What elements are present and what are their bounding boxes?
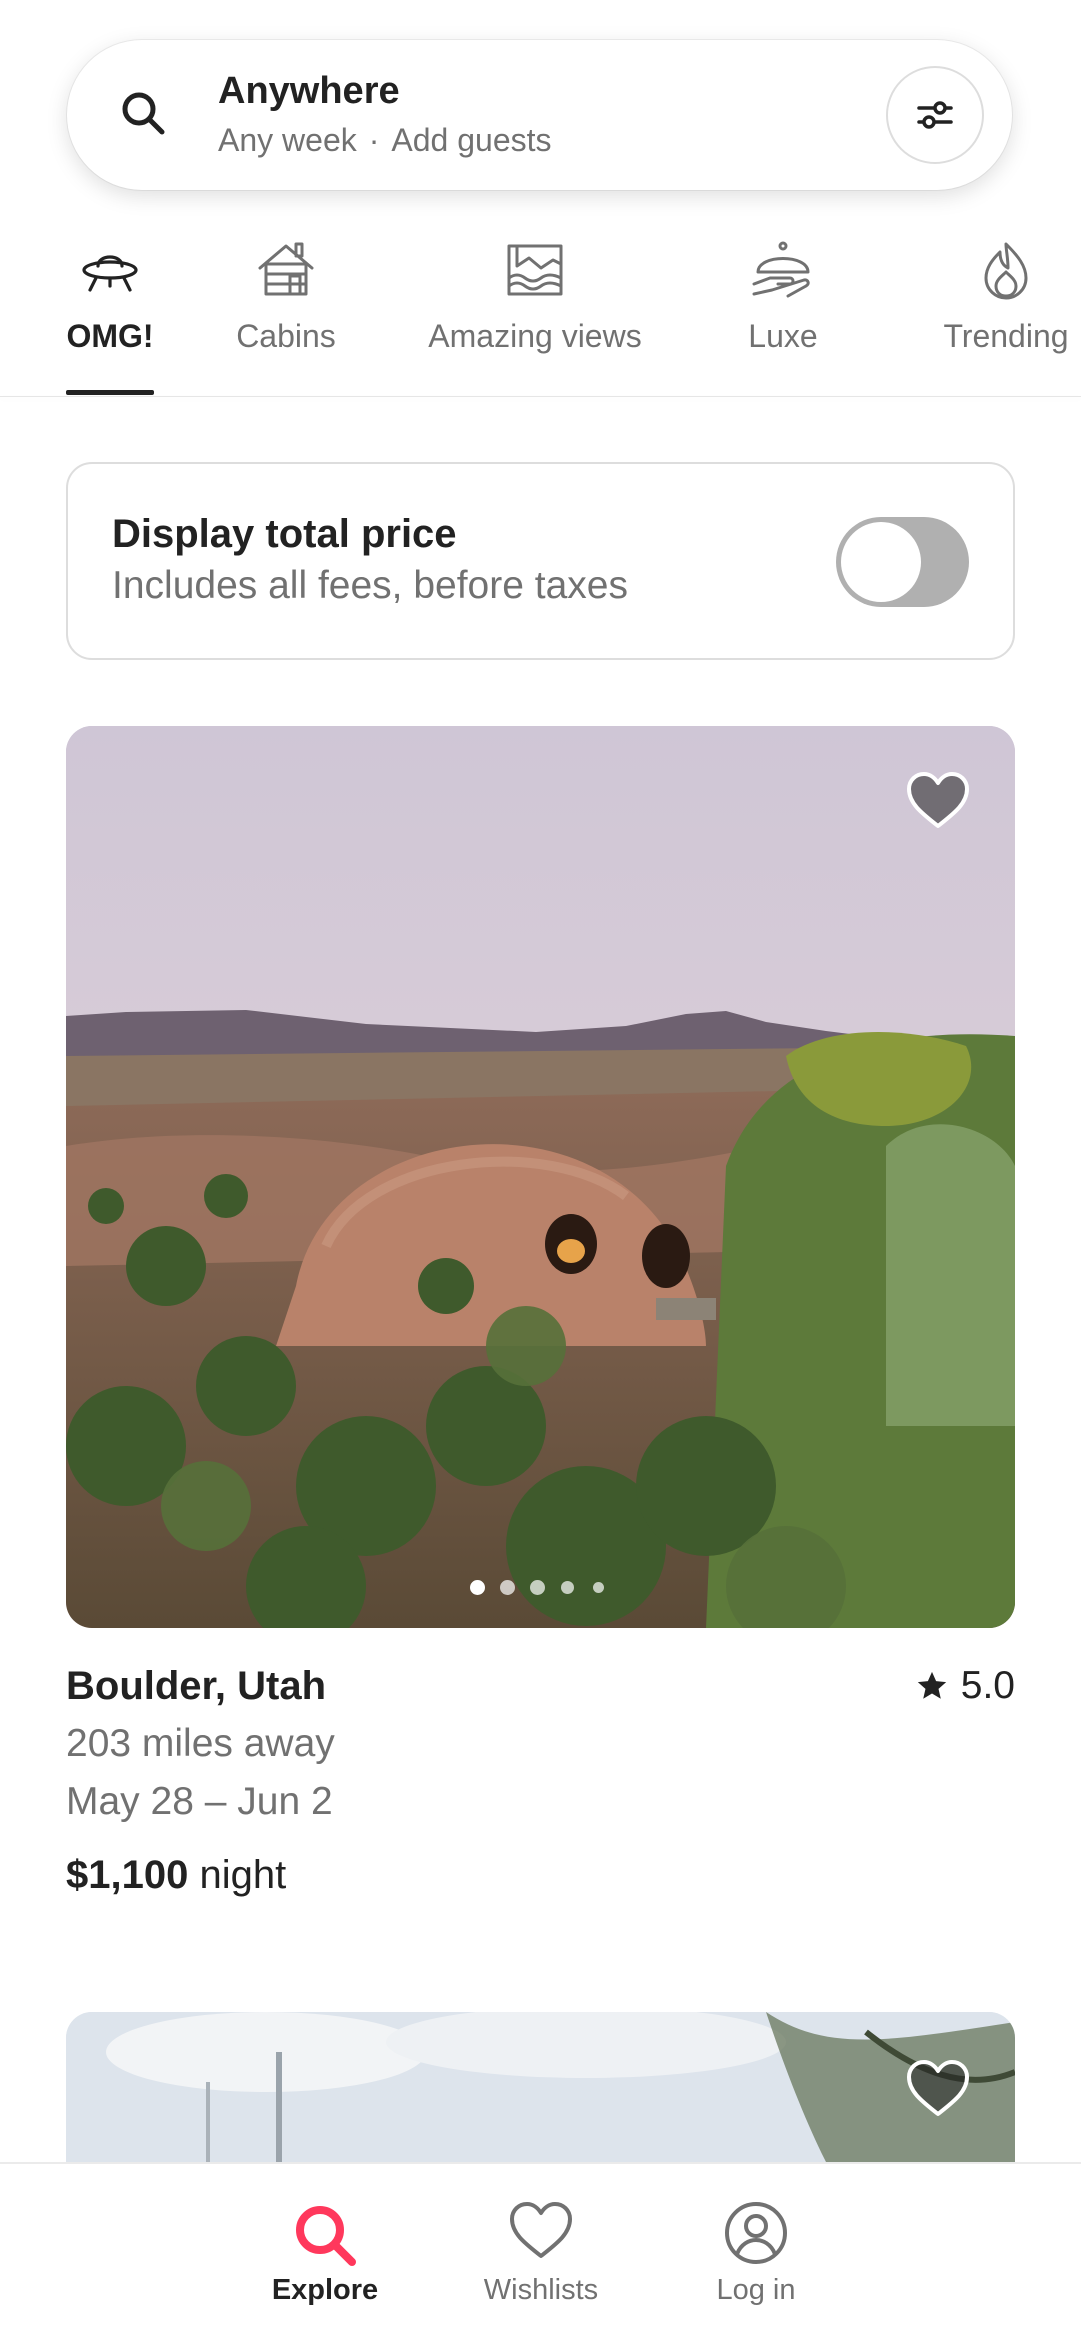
category-label-amazing-views: Amazing views [428,318,642,354]
header-divider [0,396,1081,397]
category-tab-cabins[interactable]: Cabins [226,220,346,396]
category-tab-omg[interactable]: OMG! [50,220,170,396]
category-tab-luxe[interactable]: Luxe [723,220,843,396]
nav-label-explore: Explore [271,2274,379,2306]
nav-wishlists[interactable]: Wishlists [456,2164,626,2340]
filter-icon [917,101,953,129]
photo-dot-active [470,1580,485,1595]
photo-pagination-dots [0,1578,1081,1598]
user-icon [725,2202,787,2264]
search-separator: · [368,122,380,158]
search-subtitle[interactable]: Any week · Add guests [218,122,552,159]
search-title[interactable]: Anywhere [218,70,400,113]
listing-price: $1,100 night [66,1853,286,1898]
listing-photo-next[interactable] [66,2012,1015,2162]
nav-label-login: Log in [716,2274,796,2306]
search-week: Any week [218,122,357,158]
category-tab-amazing-views[interactable]: Amazing views [410,220,660,396]
category-label-cabins: Cabins [236,318,336,354]
active-category-indicator [66,390,154,395]
heart-icon [510,2202,572,2258]
luxe-icon [752,241,810,298]
photo-dot [530,1580,545,1595]
filter-button[interactable] [886,66,984,164]
amazing-views-icon [507,244,563,296]
category-bar: OMG! Cabins Amazing views Luxe Trending [0,220,1081,396]
photo-dot [500,1580,515,1595]
photo-dot [561,1581,574,1594]
nav-explore[interactable]: Explore [240,2164,410,2340]
nav-login[interactable]: Log in [671,2164,841,2340]
nav-label-wishlists: Wishlists [483,2274,599,2306]
ufo-icon [82,255,138,292]
listing-distance: 203 miles away [66,1722,335,1765]
listing-photo-image [66,726,1015,1628]
search-guests: Add guests [391,122,552,158]
category-tab-trending[interactable]: Trending [926,220,1081,396]
cabin-icon [258,242,314,296]
category-label-luxe: Luxe [748,318,818,354]
total-price-subtitle: Includes all fees, before taxes [112,564,628,607]
rating-value: 5.0 [960,1664,1015,1707]
listing-price-amount: $1,100 [66,1853,189,1897]
star-icon [917,1671,946,1699]
search-icon [296,2206,356,2266]
search-bar[interactable] [67,40,1012,190]
wishlist-heart-button[interactable] [905,770,971,830]
bottom-nav: Explore Wishlists Log in [0,2162,1081,2340]
total-price-toggle[interactable] [836,517,969,607]
listing-rating: 5.0 [915,1664,1015,1708]
listing-price-unit: night [199,1853,287,1897]
search-icon [122,92,165,135]
toggle-knob [841,522,921,602]
total-price-title: Display total price [112,512,457,556]
category-label-trending: Trending [943,318,1069,354]
category-label-omg: OMG! [66,318,154,354]
photo-dot [593,1582,604,1593]
wishlist-heart-button-next[interactable] [905,2058,971,2118]
listing-photo[interactable] [66,726,1015,1628]
listing-location[interactable]: Boulder, Utah [66,1664,326,1709]
flame-icon [984,242,1028,300]
listing-dates: May 28 – Jun 2 [66,1780,333,1823]
listing-photo-next-image [66,2012,1015,2162]
